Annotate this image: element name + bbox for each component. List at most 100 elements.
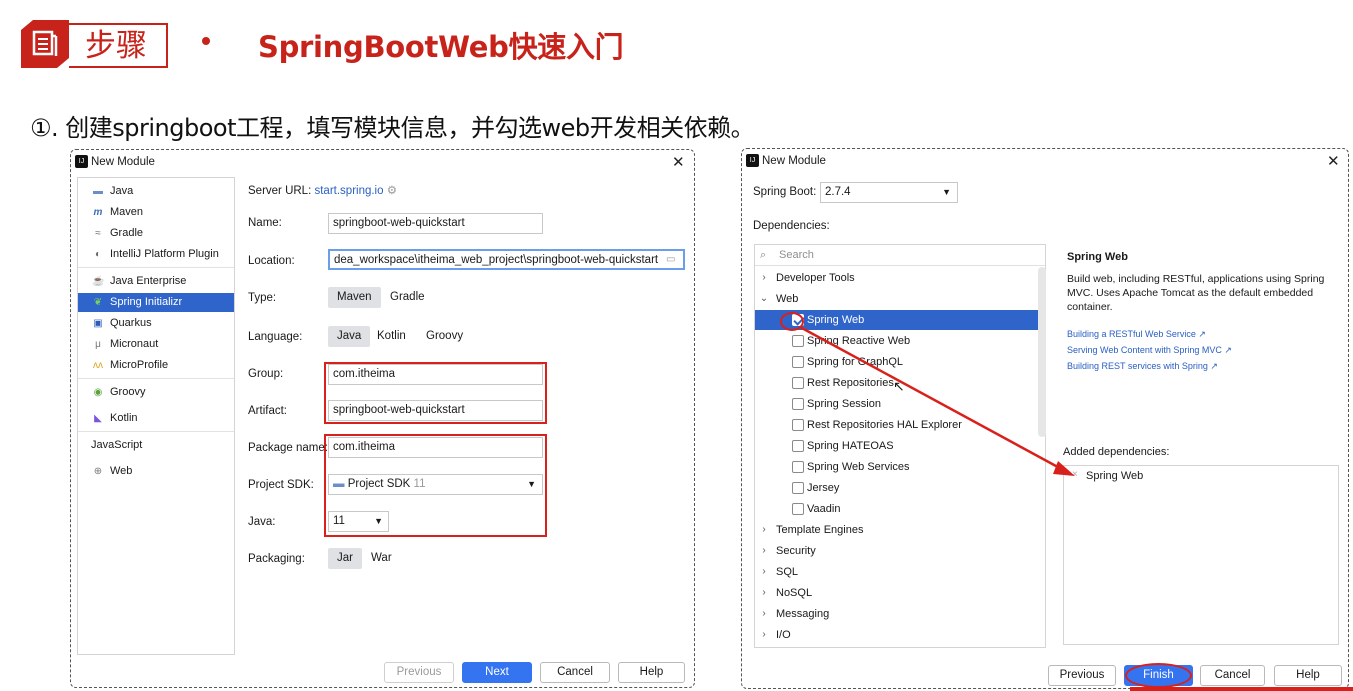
location-label: Location:	[248, 255, 295, 267]
next-button[interactable]: Next	[462, 662, 532, 683]
tree-group-row[interactable]: › Security	[755, 541, 1045, 561]
gradle-icon: ≈	[95, 228, 101, 239]
chevron-right-icon[interactable]: ›	[759, 604, 769, 624]
group-field[interactable]: com.itheima	[328, 364, 543, 385]
tree-dependency-row[interactable]: Spring Reactive Web	[755, 331, 1045, 351]
project-sdk-select[interactable]: ▬ Project SDK 11 ▼	[328, 474, 543, 495]
folder-browse-icon[interactable]: ▭	[666, 254, 675, 265]
added-dependency-item: Spring Web	[1086, 470, 1144, 482]
tree-group-row[interactable]: › Template Engines	[755, 520, 1045, 540]
detail-link[interactable]: Building a RESTful Web Service ↗	[1067, 329, 1206, 340]
help-button[interactable]: Help	[1274, 665, 1342, 686]
language-option-java[interactable]: Java	[328, 326, 371, 347]
dependency-search-input[interactable]: ⌕ Search	[755, 245, 1045, 266]
tree-group-row[interactable]: › I/O	[755, 625, 1045, 645]
type-option-maven[interactable]: Maven	[328, 287, 381, 308]
generator-item-kotlin[interactable]: ◣ Kotlin	[78, 409, 234, 428]
language-option-kotlin[interactable]: Kotlin	[368, 326, 415, 347]
generator-item-java[interactable]: ▬ Java	[78, 182, 234, 201]
chevron-right-icon[interactable]: ›	[759, 520, 769, 540]
generator-label: IntelliJ Platform Plugin	[110, 248, 219, 260]
generator-item-javascript[interactable]: JavaScript	[78, 436, 234, 455]
generator-item-maven[interactable]: m Maven	[78, 203, 234, 222]
tree-group-row[interactable]: ⌄ Web	[755, 289, 1045, 309]
tree-group-row[interactable]: › NoSQL	[755, 583, 1045, 603]
help-button[interactable]: Help	[618, 662, 685, 683]
bullet-dot	[202, 37, 210, 45]
chevron-right-icon[interactable]: ›	[759, 268, 769, 288]
chevron-right-icon[interactable]: ›	[759, 625, 769, 645]
packaging-option-jar[interactable]: Jar	[328, 548, 362, 569]
cancel-button[interactable]: Cancel	[540, 662, 610, 683]
type-label: Type:	[248, 292, 277, 304]
generator-item-spring-initializr[interactable]: ❦ Spring Initializr	[78, 293, 234, 312]
close-icon[interactable]: ✕	[672, 153, 685, 171]
spring-boot-version-select[interactable]: 2.7.4 ▼	[820, 182, 958, 203]
tree-row-label: Rest Repositories	[807, 377, 894, 389]
generator-item-web[interactable]: ⊕ Web	[78, 462, 234, 481]
dependency-checkbox[interactable]	[792, 356, 804, 368]
generator-item-microprofile[interactable]: ʌʌ MicroProfile	[78, 356, 234, 375]
dependency-checkbox[interactable]	[792, 503, 804, 515]
generator-item-groovy[interactable]: ◉ Groovy	[78, 383, 234, 402]
cancel-button[interactable]: Cancel	[1200, 665, 1265, 686]
tree-dependency-row[interactable]: Spring for GraphQL	[755, 352, 1045, 372]
server-url-label-text: Server URL:	[248, 185, 312, 197]
tree-row-label: Messaging	[776, 608, 830, 620]
generator-item-java-enterprise[interactable]: ☕ Java Enterprise	[78, 272, 234, 291]
sdk-folder-icon: ▬	[333, 478, 345, 490]
tree-group-row[interactable]: › Messaging	[755, 604, 1045, 624]
generator-item-intellij-plugin[interactable]: ◐ IntelliJ Platform Plugin	[78, 245, 234, 264]
dependency-checkbox[interactable]	[792, 335, 804, 347]
dependency-checkbox[interactable]	[792, 398, 804, 410]
name-field[interactable]: springboot-web-quickstart	[328, 213, 543, 234]
type-option-gradle[interactable]: Gradle	[381, 287, 434, 308]
finish-highlight	[1125, 663, 1192, 688]
server-url-link[interactable]: start.spring.io	[314, 185, 383, 197]
generator-item-gradle[interactable]: ≈ Gradle	[78, 224, 234, 243]
dependency-checkbox[interactable]	[792, 461, 804, 473]
detail-link[interactable]: Building REST services with Spring ↗	[1067, 361, 1218, 372]
generator-item-micronaut[interactable]: μ Micronaut	[78, 335, 234, 354]
checkbox-highlight	[780, 312, 804, 331]
package-name-field[interactable]: com.itheima	[328, 437, 543, 458]
chevron-right-icon[interactable]: ›	[759, 583, 769, 603]
dialog-title: New Module	[91, 156, 155, 168]
close-icon[interactable]: ✕	[1327, 152, 1340, 170]
previous-button[interactable]: Previous	[1048, 665, 1116, 686]
name-label: Name:	[248, 217, 282, 229]
language-option-groovy[interactable]: Groovy	[417, 326, 472, 347]
java-version-select[interactable]: 11 ▼	[328, 511, 389, 532]
chevron-right-icon[interactable]: ›	[759, 562, 769, 582]
scrollbar[interactable]	[1038, 267, 1046, 437]
tree-dependency-row[interactable]: Jersey	[755, 478, 1045, 498]
folder-icon: ▬	[93, 186, 103, 197]
generator-label: Maven	[110, 206, 144, 218]
detail-link[interactable]: Serving Web Content with Spring MVC ↗	[1067, 345, 1232, 356]
tree-dependency-row[interactable]: Spring Session	[755, 394, 1045, 414]
chevron-down-icon[interactable]: ⌄	[759, 289, 769, 309]
dependency-checkbox[interactable]	[792, 419, 804, 431]
chevron-right-icon[interactable]: ›	[759, 541, 769, 561]
sdk-value: Project SDK	[347, 478, 411, 490]
dialog-title: New Module	[762, 155, 826, 167]
tree-dependency-row[interactable]: Rest Repositories HAL Explorer	[755, 415, 1045, 435]
artifact-field[interactable]: springboot-web-quickstart	[328, 400, 543, 421]
packaging-option-war[interactable]: War	[362, 548, 401, 569]
generator-label: MicroProfile	[110, 359, 169, 371]
dependency-checkbox[interactable]	[792, 377, 804, 389]
previous-button[interactable]: Previous	[384, 662, 454, 683]
generator-item-quarkus[interactable]: ▣ Quarkus	[78, 314, 234, 333]
tree-dependency-row[interactable]: Spring HATEOAS	[755, 436, 1045, 456]
bottom-accent-bar	[1130, 687, 1353, 691]
tree-dependency-row[interactable]: Spring Web Services	[755, 457, 1045, 477]
generator-label: Quarkus	[110, 317, 152, 329]
remove-icon[interactable]: ×	[1072, 469, 1078, 480]
location-field[interactable]: dea_workspace\itheima_web_project\spring…	[328, 249, 685, 270]
tree-dependency-row[interactable]: Vaadin	[755, 499, 1045, 519]
dependency-checkbox[interactable]	[792, 482, 804, 494]
tree-group-row[interactable]: › Developer Tools	[755, 268, 1045, 288]
tree-group-row[interactable]: › SQL	[755, 562, 1045, 582]
dependency-checkbox[interactable]	[792, 440, 804, 452]
gear-icon[interactable]: ⚙	[387, 185, 397, 197]
